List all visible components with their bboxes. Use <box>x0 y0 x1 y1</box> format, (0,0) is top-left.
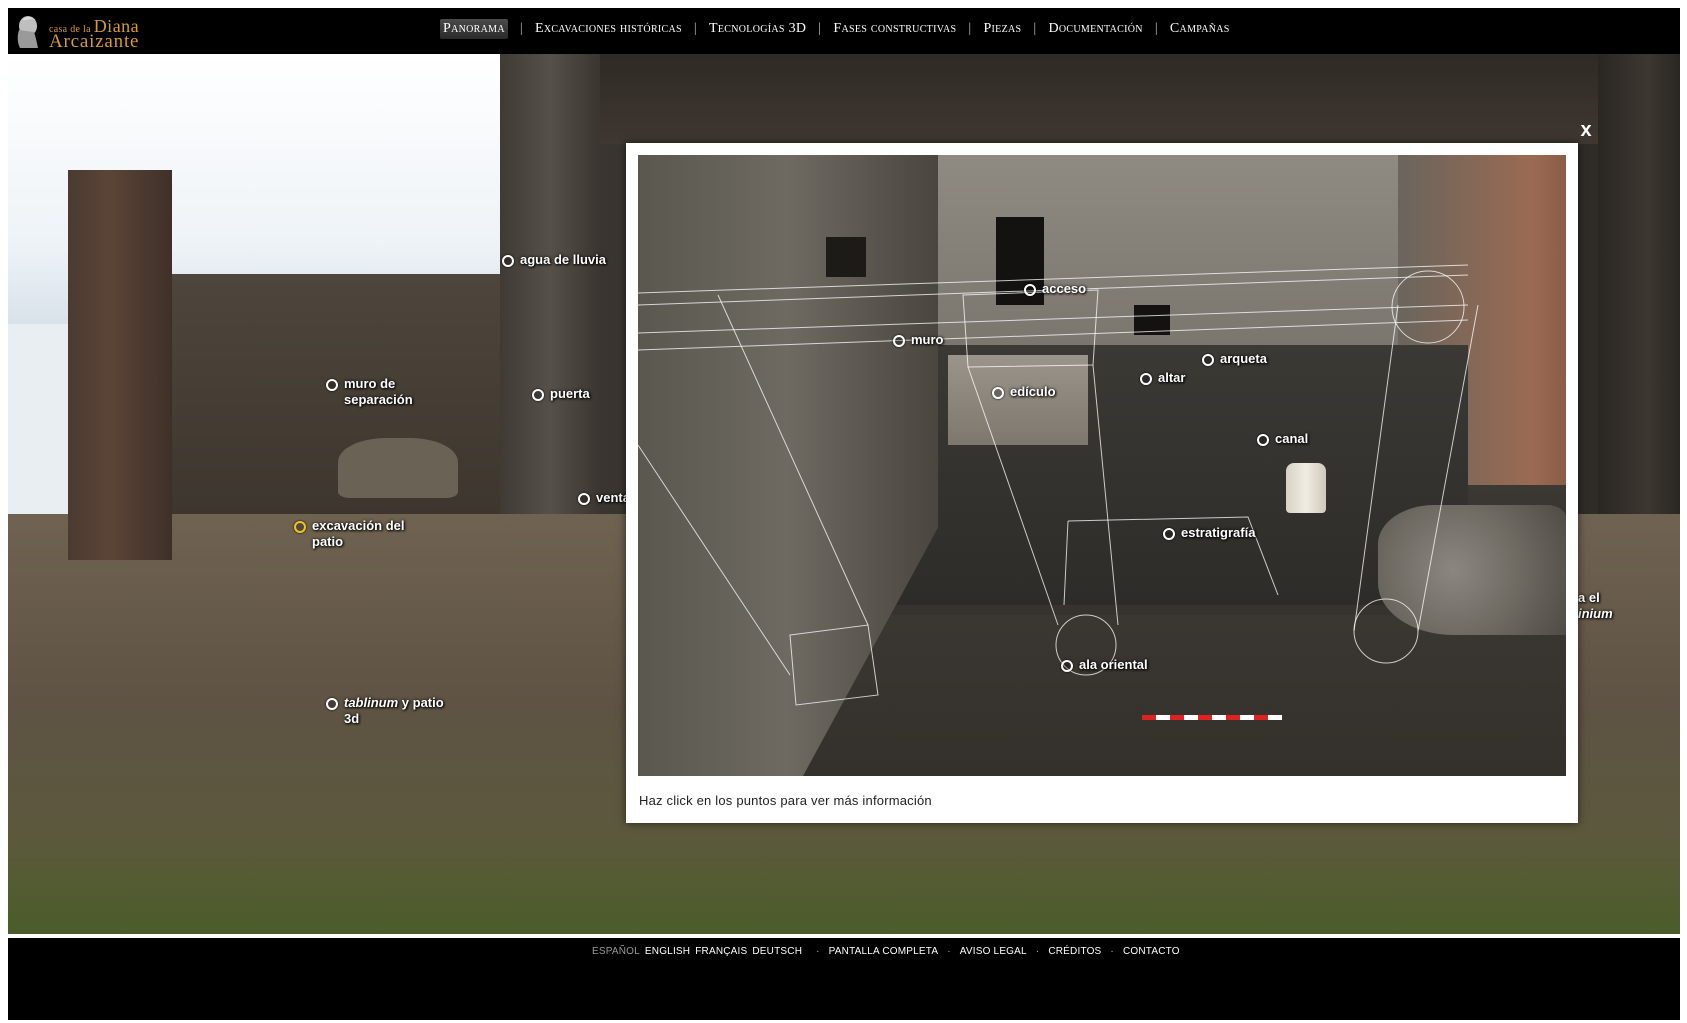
hotspot-label: agua de lluvia <box>520 252 606 267</box>
hotspot-ediculo[interactable]: edículo <box>992 384 1056 400</box>
hotspot-dot-icon <box>578 493 590 505</box>
footer-bar: ESPAÑOL ENGLISH FRANÇAIS DEUTSCH · PANTALLA C… <box>8 938 1680 1020</box>
nav-item-piezas[interactable]: Piezas <box>983 21 1021 37</box>
hotspot-label: acceso <box>1042 281 1087 296</box>
info-modal: acceso muro arqueta edículo altar canal <box>626 143 1578 823</box>
hotspot-excavacion-del-patio[interactable]: excavación del patio <box>294 518 405 550</box>
hotspot-label: a el inium <box>1578 590 1613 622</box>
nav-separator: | <box>968 21 972 36</box>
panorama-upper-wall <box>600 54 1680 144</box>
hotspot-altar[interactable]: altar <box>1140 370 1185 386</box>
modal-caption: Haz click en los puntos para ver más inf… <box>639 793 932 808</box>
hotspot-arqueta[interactable]: arqueta <box>1202 351 1267 367</box>
hotspot-label-rest: y patio <box>398 695 444 710</box>
hotspot-label: muro de separación <box>344 376 413 408</box>
nav-separator: | <box>1033 21 1037 36</box>
hotspot-estratigrafia[interactable]: estratigrafía <box>1163 525 1255 541</box>
footer-separator: · <box>1035 946 1040 957</box>
hotspot-edge-partial[interactable]: a el inium <box>1578 590 1613 622</box>
hotspot-label: estratigrafía <box>1181 525 1256 540</box>
hotspot-label-line-1: excavación del <box>312 518 405 533</box>
footer-link-aviso-legal[interactable]: AVISO LEGAL <box>960 946 1027 957</box>
language-deutsch[interactable]: DEUTSCH <box>752 946 802 957</box>
panorama-grass <box>8 834 1680 938</box>
header-bar: casa de la Diana Arcaizante Panorama | Exc… <box>8 8 1680 52</box>
nav-separator: | <box>818 21 822 36</box>
hotspot-ventana[interactable]: venta <box>578 490 630 506</box>
panorama-right-pillar <box>1598 54 1680 574</box>
panorama-side-wall <box>500 54 600 544</box>
hotspot-dot-icon <box>1024 284 1036 296</box>
hotspot-dot-icon <box>893 335 905 347</box>
panorama-rubble <box>338 438 458 498</box>
nav-item-tecnologias-3d[interactable]: Tecnologías 3D <box>709 21 806 37</box>
language-espanol[interactable]: ESPAÑOL <box>592 946 640 957</box>
hotspot-label: venta <box>596 490 630 505</box>
hotspot-label: ala oriental <box>1079 657 1148 672</box>
hotspot-tablinum-y-patio-3d[interactable]: tablinum y patio 3d <box>326 695 444 727</box>
hotspot-label-line-2: 3d <box>344 711 360 726</box>
nav-separator: | <box>519 21 523 36</box>
hotspot-dot-icon <box>502 255 514 267</box>
hotspot-label-line-2: separación <box>344 392 413 407</box>
hotspot-dot-icon <box>326 698 338 710</box>
language-francais[interactable]: FRANÇAIS <box>695 946 747 957</box>
hotspot-label: muro <box>911 332 944 347</box>
hotspot-label-line-1: a el <box>1578 590 1600 605</box>
nav-item-excavaciones-historicas[interactable]: Excavaciones históricas <box>535 21 682 37</box>
hotspot-label: puerta <box>550 386 590 401</box>
nav-item-documentacion[interactable]: Documentación <box>1048 21 1142 37</box>
panorama-brick-pillar <box>68 170 172 560</box>
logo-arcaizante-text: Arcaizante <box>49 31 140 52</box>
hotspot-label: canal <box>1275 431 1309 446</box>
main-nav: Panorama | Excavaciones históricas | Tecnolo… <box>440 8 1230 50</box>
hotspot-label: altar <box>1158 370 1186 385</box>
hotspot-label: tablinum y patio 3d <box>344 695 444 727</box>
hotspot-dot-icon <box>1257 434 1269 446</box>
hotspot-label: arqueta <box>1220 351 1267 366</box>
nav-separator: | <box>693 21 698 36</box>
hotspot-agua-de-lluvia[interactable]: agua de lluvia <box>502 252 606 268</box>
hotspot-muro[interactable]: muro <box>893 332 944 348</box>
hotspot-label: edículo <box>1010 384 1056 399</box>
hotspot-label: excavación del patio <box>312 518 405 550</box>
page-frame: casa de la Diana Arcaizante Panorama | Exc… <box>8 8 1680 1020</box>
hotspot-dot-icon <box>1163 528 1175 540</box>
photo-overlay-lines <box>638 264 1479 706</box>
nav-item-panorama[interactable]: Panorama <box>440 19 508 39</box>
nav-separator: | <box>1154 21 1158 36</box>
hotspot-dot-icon <box>326 379 338 391</box>
footer-link-contacto[interactable]: CONTACTO <box>1123 946 1180 957</box>
hotspot-acceso[interactable]: acceso <box>1024 281 1086 297</box>
modal-close-button[interactable]: x <box>1576 118 1596 142</box>
hotspot-dot-icon <box>532 389 544 401</box>
footer-separator: · <box>1110 946 1114 957</box>
hotspot-dot-icon <box>1061 660 1073 672</box>
nav-item-fases-constructivas[interactable]: Fases constructivas <box>833 21 956 37</box>
hotspot-ala-oriental[interactable]: ala oriental <box>1061 657 1148 673</box>
hotspot-puerta[interactable]: puerta <box>532 386 590 402</box>
footer-separator: · <box>816 946 820 957</box>
hotspot-dot-active-icon <box>294 521 306 533</box>
footer-separator: · <box>947 946 951 957</box>
hotspot-dot-icon <box>1202 354 1214 366</box>
bust-logo-icon <box>17 16 38 48</box>
footer-link-creditos[interactable]: CRÉDITOS <box>1048 946 1101 957</box>
hotspot-muro-de-separacion[interactable]: muro de separación <box>326 376 413 408</box>
hotspot-label-line-1: muro de <box>344 376 396 391</box>
hotspot-label-italic: tablinum <box>344 695 399 710</box>
hotspot-label-line-2: inium <box>1578 606 1613 621</box>
hotspot-dot-icon <box>992 387 1004 399</box>
footer-links: ESPAÑOL ENGLISH FRANÇAIS DEUTSCH · PANTALLA C… <box>592 946 1180 957</box>
footer-link-pantalla-completa[interactable]: PANTALLA COMPLETA <box>829 946 939 957</box>
nav-item-campanas[interactable]: Campañas <box>1170 21 1230 37</box>
excavation-photo[interactable]: acceso muro arqueta edículo altar canal <box>638 155 1566 776</box>
site-logo[interactable]: casa de la Diana Arcaizante <box>12 12 162 52</box>
hotspot-canal[interactable]: canal <box>1257 431 1308 447</box>
hotspot-label-line-2: patio <box>312 534 344 549</box>
hotspot-dot-icon <box>1140 373 1152 385</box>
language-english[interactable]: ENGLISH <box>645 946 690 957</box>
